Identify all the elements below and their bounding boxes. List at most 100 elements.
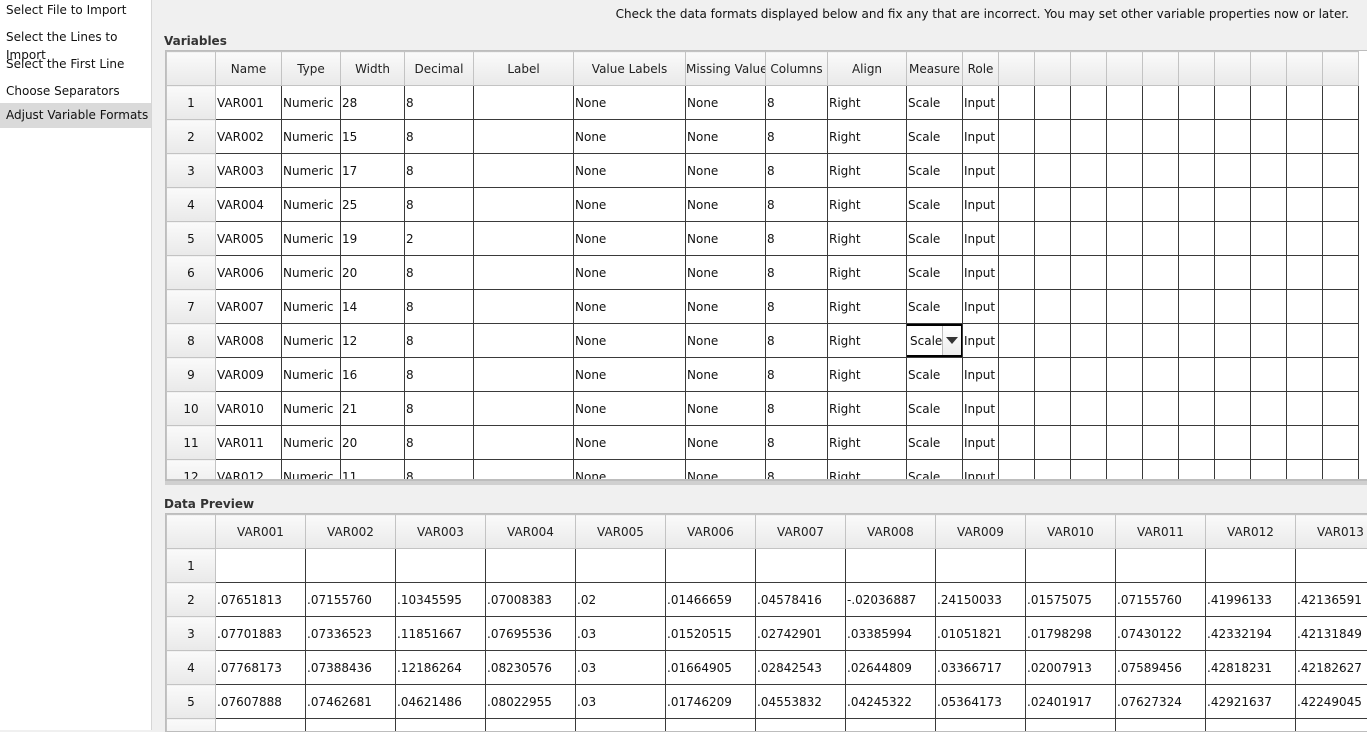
variable-cell[interactable]: 19 bbox=[341, 222, 405, 256]
variable-cell[interactable]: None bbox=[574, 392, 686, 426]
preview-cell[interactable]: .02742901 bbox=[756, 617, 846, 651]
variable-cell[interactable]: Input bbox=[963, 256, 999, 290]
preview-cell[interactable]: .08022955 bbox=[486, 685, 576, 719]
preview-cell[interactable] bbox=[1206, 549, 1296, 583]
preview-cell[interactable]: .07336523 bbox=[306, 617, 396, 651]
variable-cell[interactable]: Input bbox=[963, 120, 999, 154]
column-header[interactable]: Role bbox=[963, 52, 999, 86]
variable-cell[interactable] bbox=[474, 120, 574, 154]
variable-cell[interactable]: Input bbox=[963, 324, 999, 358]
preview-column-header[interactable]: VAR012 bbox=[1206, 515, 1296, 549]
variable-cell[interactable]: Numeric bbox=[282, 222, 341, 256]
preview-cell[interactable]: .03385994 bbox=[846, 617, 936, 651]
variable-cell[interactable] bbox=[474, 460, 574, 481]
variable-cell[interactable]: Right bbox=[828, 222, 907, 256]
row-number[interactable]: 11 bbox=[167, 426, 216, 460]
preview-column-header[interactable]: VAR008 bbox=[846, 515, 936, 549]
preview-cell[interactable]: .02007913 bbox=[1026, 651, 1116, 685]
variable-cell[interactable]: Input bbox=[963, 290, 999, 324]
variable-cell[interactable] bbox=[474, 324, 574, 358]
preview-cell[interactable]: .01466659 bbox=[666, 583, 756, 617]
preview-cell[interactable] bbox=[756, 549, 846, 583]
variable-cell[interactable]: None bbox=[686, 222, 766, 256]
variable-cell[interactable]: 2 bbox=[405, 222, 474, 256]
variable-cell[interactable]: 8 bbox=[405, 290, 474, 324]
variable-cell[interactable]: VAR005 bbox=[216, 222, 282, 256]
preview-cell[interactable]: .07701883 bbox=[216, 617, 306, 651]
variable-cell[interactable]: 8 bbox=[766, 188, 828, 222]
column-header[interactable]: Value Labels bbox=[574, 52, 686, 86]
variable-cell[interactable]: None bbox=[574, 426, 686, 460]
preview-cell[interactable]: .05364173 bbox=[936, 685, 1026, 719]
preview-cell[interactable] bbox=[666, 549, 756, 583]
preview-cell[interactable] bbox=[576, 549, 666, 583]
variable-cell[interactable]: Right bbox=[828, 290, 907, 324]
preview-cell[interactable]: .07768173 bbox=[216, 651, 306, 685]
column-header[interactable]: Decimal bbox=[405, 52, 474, 86]
variable-cell[interactable]: None bbox=[686, 290, 766, 324]
preview-cell[interactable]: .04578416 bbox=[756, 583, 846, 617]
preview-cell[interactable]: .08230576 bbox=[486, 651, 576, 685]
row-number[interactable]: 6 bbox=[167, 256, 216, 290]
variable-cell[interactable]: Scale bbox=[907, 426, 963, 460]
preview-column-header[interactable]: VAR005 bbox=[576, 515, 666, 549]
preview-cell[interactable]: .07155760 bbox=[1116, 583, 1206, 617]
variable-cell[interactable]: None bbox=[686, 86, 766, 120]
row-number[interactable]: 9 bbox=[167, 358, 216, 392]
variable-cell[interactable]: Numeric bbox=[282, 460, 341, 481]
wizard-step[interactable]: Select File to Import bbox=[0, 0, 151, 27]
preview-cell[interactable]: .01746209 bbox=[666, 685, 756, 719]
preview-cell[interactable]: .07155760 bbox=[306, 583, 396, 617]
variable-cell[interactable]: None bbox=[686, 188, 766, 222]
variable-cell[interactable]: None bbox=[686, 358, 766, 392]
variable-cell[interactable]: 8 bbox=[766, 222, 828, 256]
variables-grid[interactable]: NameTypeWidthDecimalLabelValue LabelsMis… bbox=[165, 50, 1367, 480]
preview-cell[interactable]: .07607888 bbox=[216, 685, 306, 719]
variable-cell[interactable]: Numeric bbox=[282, 290, 341, 324]
preview-column-header[interactable]: VAR002 bbox=[306, 515, 396, 549]
variable-cell[interactable]: Input bbox=[963, 426, 999, 460]
variable-cell[interactable]: 8 bbox=[766, 460, 828, 481]
variable-cell[interactable] bbox=[474, 426, 574, 460]
variable-cell[interactable]: Input bbox=[963, 460, 999, 481]
chevron-down-icon[interactable] bbox=[942, 326, 961, 355]
variable-cell[interactable]: 8 bbox=[766, 324, 828, 358]
variable-cell[interactable]: 28 bbox=[341, 86, 405, 120]
variable-cell[interactable]: VAR007 bbox=[216, 290, 282, 324]
preview-cell[interactable]: .01664905 bbox=[666, 651, 756, 685]
preview-cell[interactable]: .41996133 bbox=[1206, 583, 1296, 617]
variable-cell[interactable] bbox=[474, 86, 574, 120]
variable-cell[interactable]: 16 bbox=[341, 358, 405, 392]
variable-cell[interactable]: Scale bbox=[907, 222, 963, 256]
variable-cell[interactable]: 8 bbox=[405, 460, 474, 481]
variable-cell[interactable]: VAR006 bbox=[216, 256, 282, 290]
variable-cell[interactable]: Numeric bbox=[282, 392, 341, 426]
variable-cell[interactable]: 20 bbox=[341, 256, 405, 290]
variable-cell[interactable]: 14 bbox=[341, 290, 405, 324]
measure-combobox[interactable]: Scale bbox=[907, 324, 963, 357]
preview-column-header[interactable]: VAR004 bbox=[486, 515, 576, 549]
column-header[interactable]: Label bbox=[474, 52, 574, 86]
variable-cell[interactable]: Right bbox=[828, 460, 907, 481]
preview-cell[interactable]: .04553832 bbox=[756, 685, 846, 719]
variable-cell[interactable]: 8 bbox=[405, 256, 474, 290]
variable-cell[interactable]: Right bbox=[828, 86, 907, 120]
variable-cell[interactable]: Right bbox=[828, 154, 907, 188]
preview-cell[interactable] bbox=[1296, 549, 1367, 583]
variable-cell[interactable]: 21 bbox=[341, 392, 405, 426]
variable-cell[interactable]: VAR008 bbox=[216, 324, 282, 358]
variable-cell[interactable]: Numeric bbox=[282, 358, 341, 392]
preview-cell[interactable]: .07695536 bbox=[486, 617, 576, 651]
variable-cell[interactable]: 8 bbox=[766, 86, 828, 120]
variable-cell[interactable]: Right bbox=[828, 188, 907, 222]
row-number[interactable]: 8 bbox=[167, 324, 216, 358]
variable-cell[interactable]: None bbox=[686, 426, 766, 460]
variable-cell[interactable]: 8 bbox=[766, 392, 828, 426]
variable-cell[interactable]: VAR009 bbox=[216, 358, 282, 392]
variable-cell[interactable]: Numeric bbox=[282, 154, 341, 188]
variable-cell[interactable]: None bbox=[574, 358, 686, 392]
row-number[interactable]: 12 bbox=[167, 460, 216, 481]
preview-cell[interactable] bbox=[306, 549, 396, 583]
preview-cell[interactable]: .07388436 bbox=[306, 651, 396, 685]
preview-cell[interactable]: .02 bbox=[576, 583, 666, 617]
